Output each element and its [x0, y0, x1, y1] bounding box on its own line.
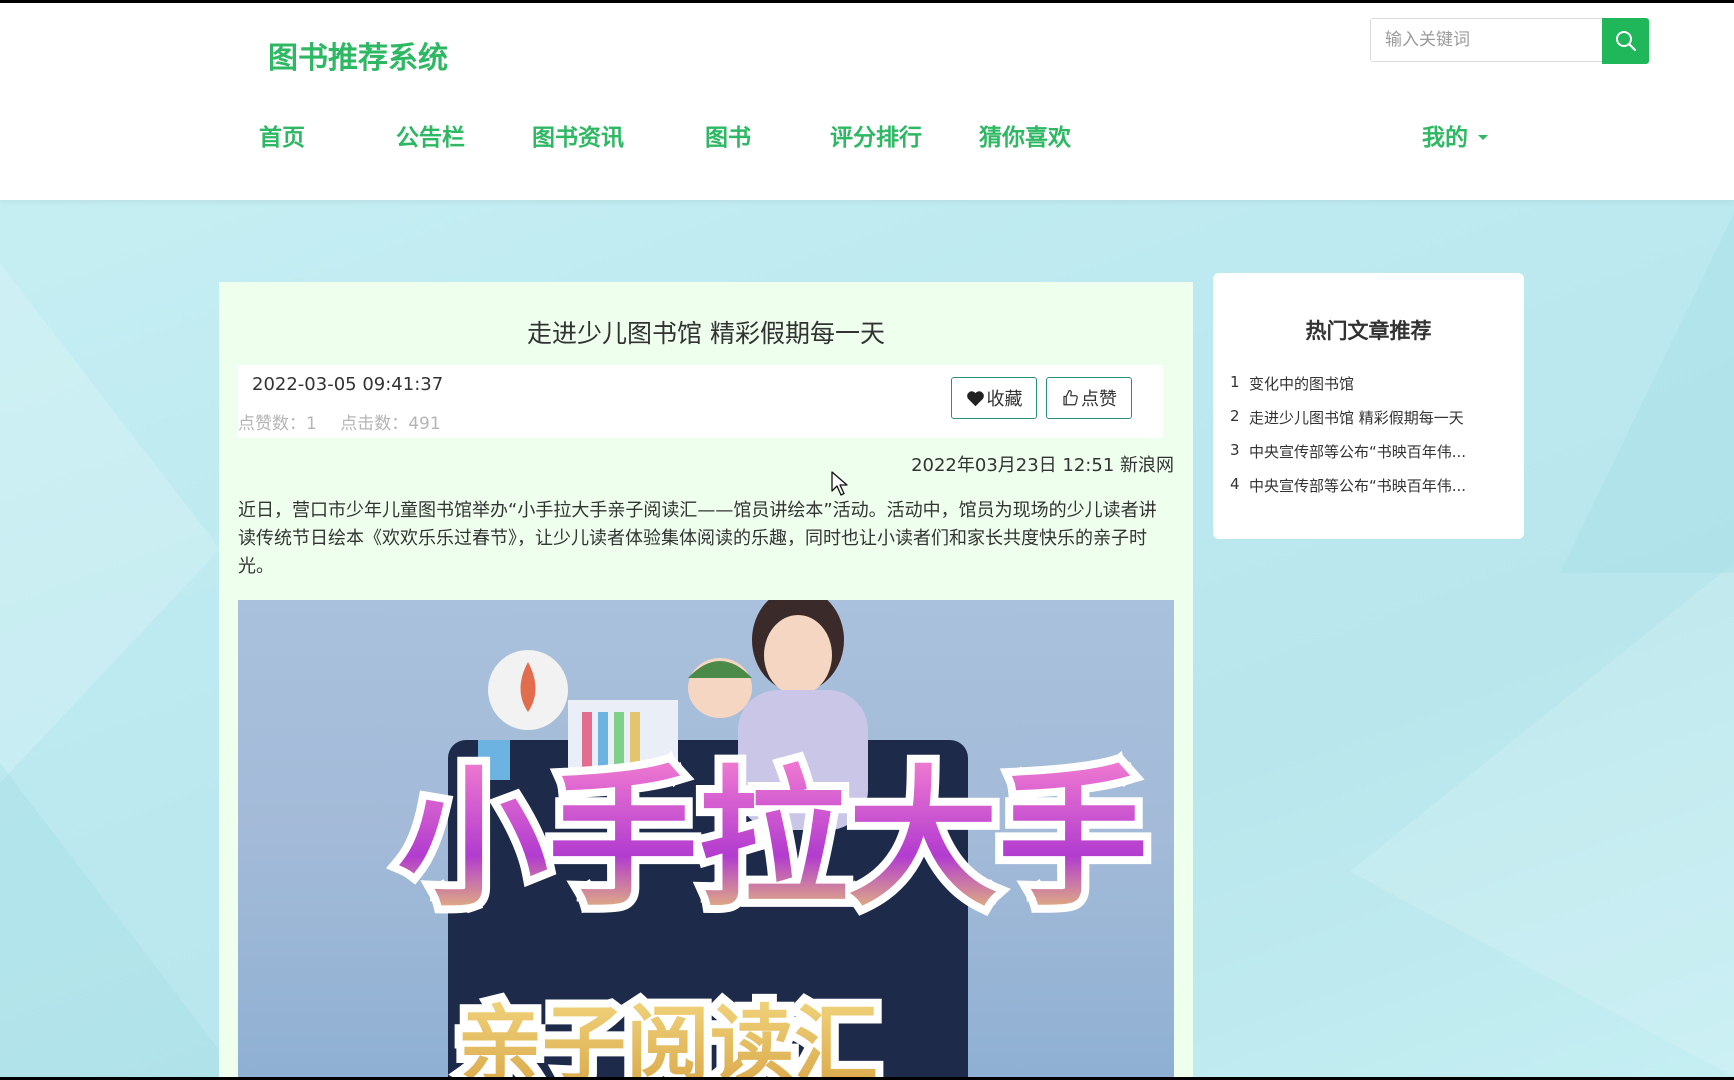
- favorite-button[interactable]: 收藏: [951, 377, 1037, 419]
- article-source: 2022年03月23日 12:51 新浪网: [911, 455, 1174, 476]
- article-image: 小手拉大手 小手拉大手 亲子阅读汇 亲子阅读汇: [238, 600, 1174, 1077]
- article-datetime: 2022-03-05 09:41:37: [252, 374, 444, 395]
- list-item[interactable]: 4 中央宣传部等公布“书映百年伟...: [1230, 475, 1466, 509]
- nav-rating-rank[interactable]: 评分排行: [830, 118, 922, 152]
- hot-articles-list: 1 变化中的图书馆 2 走进少儿图书馆 精彩假期每一天 3 中央宣传部等公布“书映百年…: [1230, 373, 1466, 509]
- nav-book-news[interactable]: 图书资讯: [532, 118, 624, 152]
- hot-articles-title: 热门文章推荐: [1305, 319, 1432, 343]
- chevron-down-icon: [1478, 134, 1488, 140]
- nav-recommend[interactable]: 猜你喜欢: [979, 118, 1071, 152]
- search-bar: [1370, 18, 1649, 64]
- like-button[interactable]: 点赞: [1046, 377, 1132, 419]
- heart-icon: [966, 390, 984, 406]
- like-count: 点赞数：1: [238, 414, 317, 434]
- like-label: 点赞: [1081, 389, 1117, 410]
- article-content: 近日，营口市少年儿童图书馆举办“小手拉大手亲子阅读汇——馆员讲绘本”活动。活动中…: [238, 500, 1157, 577]
- mouse-cursor-icon: [831, 471, 848, 496]
- background-shape: [0, 263, 220, 783]
- article-card: 走进少儿图书馆 精彩假期每一天 2022-03-05 09:41:37 点赞数：…: [219, 282, 1193, 1077]
- hot-articles-panel: 热门文章推荐 1 变化中的图书馆 2 走进少儿图书馆 精彩假期每一天 3 中央宣传部等…: [1213, 273, 1524, 539]
- nav-notice-board[interactable]: 公告栏: [396, 118, 465, 152]
- nav-books[interactable]: 图书: [705, 118, 751, 152]
- article-title: 走进少儿图书馆 精彩假期每一天: [527, 319, 885, 348]
- search-input[interactable]: [1370, 18, 1602, 62]
- favorite-label: 收藏: [986, 389, 1023, 410]
- background-shape: [0, 763, 240, 1077]
- main-nav: 首页 公告栏 图书资讯 图书 评分排行 猜你喜欢 我的: [0, 118, 1734, 158]
- list-item[interactable]: 3 中央宣传部等公布“书映百年伟...: [1230, 441, 1466, 475]
- image-title: 小手拉大手: [398, 753, 1149, 927]
- search-icon: [1615, 31, 1636, 52]
- nav-mine-label: 我的: [1422, 125, 1468, 151]
- thumbs-up-icon: [1063, 389, 1078, 406]
- search-button[interactable]: [1602, 18, 1649, 64]
- nav-mine-dropdown[interactable]: 我的: [1422, 118, 1488, 152]
- background-shape: [1350, 563, 1734, 1077]
- site-header: 图书推荐系统 首页 公告栏 图书资讯 图书 评分排行 猜你喜欢 我的: [0, 3, 1734, 200]
- list-item[interactable]: 2 走进少儿图书馆 精彩假期每一天: [1230, 407, 1466, 441]
- site-logo[interactable]: 图书推荐系统: [268, 33, 448, 77]
- nav-home[interactable]: 首页: [259, 118, 305, 152]
- background-shape: [1560, 213, 1734, 573]
- page-viewport: 图书推荐系统 首页 公告栏 图书资讯 图书 评分排行 猜你喜欢 我的 走进少儿: [0, 3, 1734, 1077]
- article-stats: 点赞数：1 点击数：491: [238, 409, 459, 434]
- article-meta: 2022-03-05 09:41:37 点赞数：1 点击数：491 收藏 点赞: [238, 365, 1163, 438]
- click-count: 点击数：491: [340, 414, 441, 434]
- image-subtitle: 亲子阅读汇: [458, 1000, 878, 1077]
- list-item[interactable]: 1 变化中的图书馆: [1230, 373, 1466, 407]
